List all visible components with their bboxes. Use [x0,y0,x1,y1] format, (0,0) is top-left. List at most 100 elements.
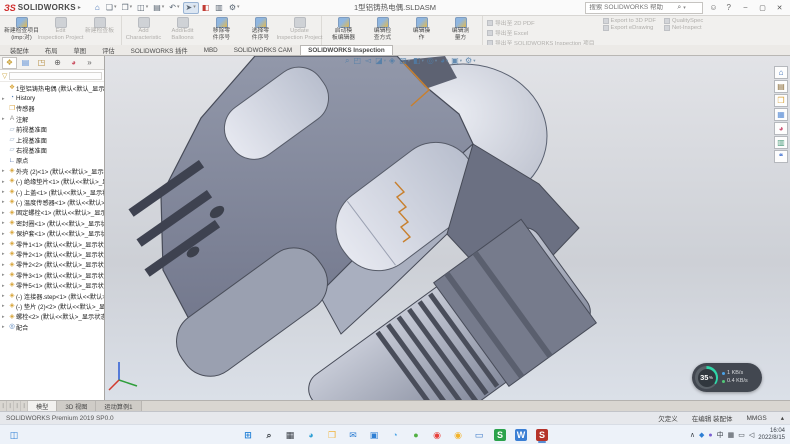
edit-measurement-button[interactable]: 编辑测量方 [441,16,480,45]
appearances-icon[interactable]: ◕ [774,122,788,135]
tree-item[interactable]: ▸A注解 [0,114,104,124]
tab-scroll-prev[interactable]: ❘ [7,401,14,411]
tray-app-icon[interactable]: ● [708,432,712,439]
tree-item[interactable]: ▸◈(-) 绝缘垫片<1> (默认<<默认>_显 [0,177,104,187]
update-inspection-project-button[interactable]: UpdateInspection Project [280,16,319,45]
edit-operation-button[interactable]: 编辑操作 [402,16,441,45]
options-icon[interactable]: ⚙▾ [227,3,242,13]
tree-item[interactable]: ▸◈零件2<1> (默认<<默认>_显示状态 [0,249,104,259]
ribbon-tab[interactable]: 评估 [94,45,123,55]
mail-icon[interactable]: ✉ [345,427,361,443]
display-settings-icon[interactable]: ▥ [213,3,226,13]
edit-inspection-method-button[interactable]: 编辑检查方式 [363,16,402,45]
file-explorer-pane-icon[interactable]: ❒ [774,94,788,107]
green-app-icon[interactable]: ● [408,427,424,443]
clock[interactable]: 16:04 2022/8/15 [758,428,788,442]
ribbon-tab[interactable]: SOLIDWORKS 插件 [123,45,196,55]
minimize-button[interactable]: – [737,0,754,15]
dimxpertmanager-tab[interactable]: ⊕ [50,57,65,69]
zoom-fit-icon[interactable]: ⌕ [345,57,350,65]
browser-app-icon[interactable]: ◉ [429,427,445,443]
featuremanager-tab[interactable]: ❖ [2,57,17,69]
tab-scroll-first[interactable]: ❘ [0,401,7,411]
tree-item[interactable]: ▸◈螺栓<2> (默认<<默认>_显示状态 [0,312,104,322]
help-icon[interactable]: ? [724,3,734,12]
model-tab[interactable]: 3D 视图 [57,401,96,411]
model-tab[interactable]: 运动算例1 [96,401,141,411]
tree-item[interactable]: ❖1型铝铸热电偶 (默认<默认_显示状态-1 [0,83,104,93]
edit-appearance-icon[interactable]: ◕▾ [440,57,448,65]
hide-show-items-icon[interactable]: ◎▾ [427,57,437,65]
tree-item[interactable]: ▸◈外壳 (2)<1> (默认<<默认>_显示状 [0,166,104,176]
tree-item[interactable]: ▸◈(-) 连接器.step<1> (默认<<默认> [0,291,104,301]
tree-filter-input[interactable] [9,72,102,80]
dynamic-annotation-icon[interactable]: ◈ [389,57,396,65]
add-characteristic-button[interactable]: AddCharacteristic [124,16,163,45]
remote-app-icon[interactable]: ▭ [471,427,487,443]
tree-item[interactable]: ▸◈零件2<2> (默认<<默认>_显示状态 [0,260,104,270]
print-icon[interactable]: ▤▾ [151,3,166,13]
sheet-app-icon[interactable]: S [492,427,508,443]
previous-view-icon[interactable]: ◅ [365,57,372,65]
tree-item[interactable]: ∟原点 [0,156,104,166]
undo-icon[interactable]: ↶▾ [167,3,181,13]
tree-item[interactable]: ▸◎配合 [0,322,104,332]
tree-item[interactable]: ▸◈保护套<1> (默认<<默认>_显示状 [0,228,104,238]
filter-funnel-icon[interactable]: ▽ [2,72,7,80]
ribbon-tab[interactable]: SOLIDWORKS CAM [226,45,300,55]
cad-model-thermocouple-assembly[interactable] [105,56,790,400]
ribbon-tab[interactable]: SOLIDWORKS Inspection [300,45,393,55]
tray-expand-icon[interactable]: ∧ [690,431,695,439]
widgets-icon[interactable]: ◫ [6,427,22,443]
launch-template-editor-button[interactable]: 启动模板编辑器 [324,16,363,45]
tree-item[interactable]: ▸◈固定螺栓<1> (默认<<默认>_显示状 [0,208,104,218]
display-tray-icon[interactable]: ▭ [738,431,745,439]
wps-icon[interactable]: W [513,427,529,443]
solidworks-resources-icon[interactable]: ⌂ [774,66,788,79]
view-settings-icon[interactable]: ⚙▾ [465,57,475,65]
ribbon-tab[interactable]: 草图 [65,45,94,55]
ime-mode-icon[interactable]: ▦ [728,431,735,439]
ribbon-tab[interactable]: 装配体 [2,45,37,55]
propertymanager-tab[interactable]: ▤ [18,57,33,69]
zoom-area-icon[interactable]: ◰ [353,57,362,65]
file-explorer-icon[interactable]: ❒ [324,427,340,443]
tab-scroll-next[interactable]: ❘ [14,401,21,411]
tree-item[interactable]: ▸◈零件5<1> (默认<<默认>_显示状态 [0,280,104,290]
search-icon[interactable]: ⌕ [677,4,681,12]
store-icon[interactable]: ▣ [366,427,382,443]
tree-item[interactable]: ▸◈零件1<1> (默认<<默认>_显示状态 [0,239,104,249]
restore-button[interactable]: ▢ [754,0,771,15]
save-icon[interactable]: ◫▾ [135,3,150,13]
new-file-icon[interactable]: ❏▾ [104,3,119,13]
new-inspection-project-button[interactable]: 新建检查项目(imp:对) [2,16,41,45]
display-style-icon[interactable]: ◧▾ [413,57,424,65]
solidworks-taskbar-icon[interactable]: S [534,427,550,443]
view-palette-icon[interactable]: ▦ [774,108,788,121]
rebuild-icon[interactable]: ◧ [200,3,213,13]
add-edit-balloons-button[interactable]: Add/EditBalloons [163,16,202,45]
help-search-box[interactable]: ⌕ ▾ [585,2,703,14]
view-orientation-icon[interactable]: ▧▾ [399,57,410,65]
tree-item[interactable]: ▱右视基准面 [0,145,104,155]
chrome-icon[interactable]: ◉ [450,427,466,443]
home-icon[interactable]: ⌂ [93,3,103,13]
search-button[interactable]: ⌕ [261,427,277,443]
forum-icon[interactable]: ❝ [774,150,788,163]
tree-item[interactable]: ▸◈(-) 上盖<1> (默认<<默认>_显示状 [0,187,104,197]
tree-item[interactable]: ▱前视基准面 [0,125,104,135]
ribbon-tab[interactable]: MBD [196,45,226,55]
tree-item[interactable]: ▸◈(-) 垫片 (2)<2> (默认<<默认>_显 [0,301,104,311]
graphics-viewport[interactable]: ⌕◰◅◪▾◈▧▾◧▾◎▾◕▾▣▾⚙▾ ⌂▤❒▦◕▥❝ 35% 1 KB/s 0.… [105,56,790,400]
start-button[interactable]: ⊞ [240,427,256,443]
tab-scroll-last[interactable]: ❘ [21,401,28,411]
new-inspection-template-button[interactable]: 新建检查板 [80,16,119,45]
design-library-icon[interactable]: ▤ [774,80,788,93]
task-view-button[interactable]: ▦ [282,427,298,443]
user-account-icon[interactable]: ☺ [706,3,720,12]
configurationmanager-tab[interactable]: ◳ [34,57,49,69]
close-button[interactable]: ✕ [771,0,788,15]
search-caret-icon[interactable]: ▾ [683,5,686,11]
open-file-icon[interactable]: ❐▾ [119,3,134,13]
edge-icon[interactable]: ◕ [303,427,319,443]
